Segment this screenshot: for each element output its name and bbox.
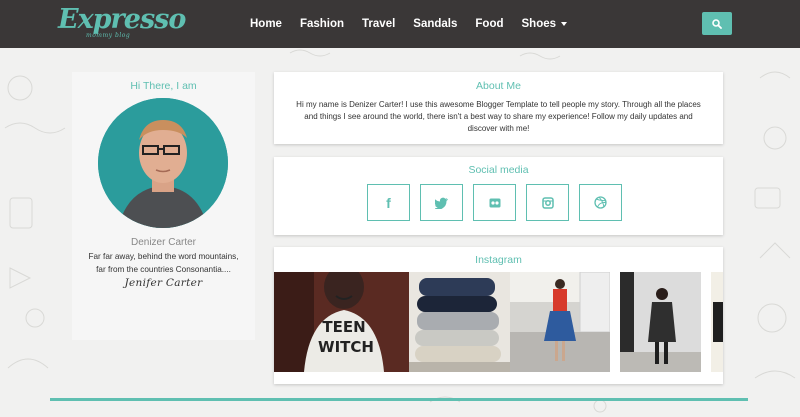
nav-sandals[interactable]: Sandals (413, 18, 457, 30)
nav-label: Sandals (413, 18, 458, 30)
shirt-print-line: TEEN (322, 318, 365, 336)
nav-label: Home (250, 18, 282, 30)
nav-label: Food (475, 18, 504, 30)
nav-home[interactable]: Home (250, 18, 282, 30)
twitter-button[interactable] (420, 184, 463, 221)
instagram-title: Instagram (475, 254, 522, 266)
top-navbar: Expresso mommy blog Home Fashion Travel … (0, 0, 800, 48)
instagram-photo[interactable] (620, 272, 701, 372)
avatar (98, 98, 228, 228)
bio-line: far from the countries Consonantia.... (96, 265, 231, 274)
search-button[interactable] (702, 12, 732, 35)
about-me-widget: About Me Hi my name is Denizer Carter! I… (274, 72, 723, 144)
instagram-photo[interactable]: TEEN WITCH (274, 272, 409, 372)
profile-greeting: Hi There, I am (130, 80, 197, 92)
facebook-icon: f (386, 194, 391, 211)
dribbble-icon (594, 196, 607, 209)
site-logo[interactable]: Expresso mommy blog (58, 4, 186, 44)
nav-label: Travel (362, 18, 396, 30)
shirt-print-line: WITCH (318, 338, 374, 356)
nav-shoes-dropdown[interactable]: Shoes (522, 18, 568, 30)
search-icon (712, 18, 722, 29)
footer-divider (50, 398, 748, 401)
social-icons: f (367, 184, 632, 221)
social-media-widget: Social media f (274, 157, 723, 235)
signature: Jenifer Carter (124, 277, 203, 289)
nav-fashion[interactable]: Fashion (300, 18, 344, 30)
nav-label: Fashion (299, 18, 345, 30)
twitter-icon (434, 197, 448, 209)
nav-label: Shoes (521, 18, 557, 30)
instagram-photo[interactable] (510, 272, 610, 372)
facebook-button[interactable]: f (367, 184, 410, 221)
profile-name: Denizer Carter (130, 237, 197, 248)
about-title: About Me (476, 80, 521, 92)
flickr-button[interactable] (473, 184, 516, 221)
instagram-button[interactable] (526, 184, 569, 221)
dribbble-button[interactable] (579, 184, 622, 221)
caret-down-icon (561, 22, 568, 26)
logo-tagline: mommy blog (86, 32, 131, 39)
nav-travel[interactable]: Travel (362, 18, 395, 30)
instagram-photo[interactable] (711, 272, 723, 372)
profile-widget: Hi There, I am Denizer Carter Far far aw… (72, 72, 255, 340)
social-title: Social media (468, 164, 529, 176)
instagram-photo[interactable] (409, 272, 510, 372)
profile-bio: Far far away, behind the word mountains,… (72, 250, 255, 276)
main-nav: Home Fashion Travel Sandals Food Shoes (250, 0, 585, 48)
about-text: Hi my name is Denizer Carter! I use this… (296, 100, 701, 133)
nav-food[interactable]: Food (475, 18, 503, 30)
instagram-widget: Instagram TEEN WITCH (274, 247, 723, 384)
flickr-icon (489, 198, 500, 207)
logo-text: Expresso (58, 4, 186, 35)
instagram-icon (541, 196, 554, 209)
bio-line: Far far away, behind the word mountains, (88, 252, 239, 261)
